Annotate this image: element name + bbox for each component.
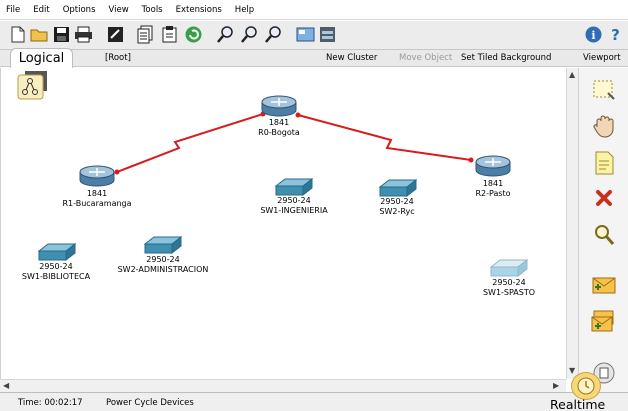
device-name: SW1-BIBLIOTECA [21,272,91,281]
power-cycle-devices-button[interactable]: Power Cycle Devices [106,398,194,408]
palette-icon[interactable] [296,25,315,44]
device-name: SW2-Ryc [379,207,415,216]
copy-icon[interactable] [136,25,155,44]
logical-workspace[interactable]: 1841 R0-Bogota 1841 R1-Bucaramanga 1841 … [0,68,566,379]
menu-help[interactable]: Help [235,5,254,15]
router-r0-bogota[interactable]: 1841 R0-Bogota [258,95,300,137]
save-icon[interactable] [52,25,71,44]
svg-text:i: i [591,29,595,42]
note-icon[interactable] [591,150,617,176]
horizontal-scrollbar[interactable]: ◀ ▶ [0,379,566,392]
common-tools-panel [578,68,628,392]
switch-icon [489,258,529,278]
switch-sw2-administracion[interactable]: 2950-24 SW2-ADMINISTRACION [118,235,208,274]
device-name: SW1-INGENIERIA [260,206,328,215]
router-icon [475,155,511,177]
switch-icon [378,178,418,198]
select-icon[interactable] [591,78,617,104]
vertical-scrollbar[interactable]: ▲ ▼ [566,68,578,379]
undo-icon[interactable] [184,25,203,44]
zoom-in-icon[interactable] [216,25,235,44]
switch-sw1-biblioteca[interactable]: 2950-24 SW1-BIBLIOTECA [22,242,90,281]
scroll-up-icon[interactable]: ▲ [569,70,575,79]
menu-file[interactable]: File [6,5,20,15]
menu-tools[interactable]: Tools [142,5,163,15]
menu-extensions[interactable]: Extensions [176,5,222,15]
realtime-mode-tab[interactable]: Realtime [550,397,605,411]
menu-edit[interactable]: Edit [33,5,49,15]
device-model: 2950-24 [146,255,180,264]
serial-link-r0-r2 [297,114,472,161]
inspect-icon[interactable] [591,222,617,248]
menu-options[interactable]: Options [63,5,96,15]
move-hand-icon[interactable] [591,113,617,139]
svg-text:?: ? [611,26,620,44]
device-name: R1-Bucaramanga [62,199,132,208]
new-file-icon[interactable] [8,25,27,44]
switch-icon [143,235,183,255]
workspace-bar: [Root] New Cluster Move Object Set Tiled… [0,50,628,67]
logical-tab[interactable]: Logical [10,48,73,68]
realtime-clock-icon[interactable] [571,372,601,400]
switch-sw1-spasto[interactable]: 2950-24 SW1-SPASTO [483,258,535,297]
switch-icon [274,177,314,197]
switch-sw1-ingenieria[interactable]: 2950-24 SW1-INGENIERIA [260,177,328,215]
switch-icon [37,242,77,262]
add-complex-pdu-icon[interactable] [591,308,617,334]
device-model: 1841 [268,118,290,127]
device-model: 2950-24 [39,262,73,271]
scroll-right-icon[interactable]: ▶ [553,381,559,390]
root-breadcrumb[interactable]: [Root] [105,53,131,63]
router-icon [79,165,115,187]
status-bar: Time: 00:02:17 Power Cycle Devices [0,392,628,411]
scroll-left-icon[interactable]: ◀ [3,381,9,390]
zoom-out-icon[interactable] [264,25,283,44]
device-name: R2-Pasto [475,189,511,198]
set-tiled-background-button[interactable]: Set Tiled Background [461,53,551,63]
elapsed-time: Time: 00:02:17 [18,398,83,408]
custom-device-icon[interactable] [318,25,337,44]
zoom-reset-icon[interactable] [240,25,259,44]
menu-bar: File Edit Options View Tools Extensions … [0,0,628,20]
device-model: 1841 [482,179,504,188]
switch-sw2-ryc[interactable]: 2950-24 SW2-Ryc [378,178,418,216]
main-toolbar: i ? [0,21,628,50]
menu-view[interactable]: View [109,5,129,15]
device-model: 2950-24 [492,278,526,287]
link-endpoint [114,169,120,175]
device-name: R0-Bogota [258,128,300,137]
new-cluster-button[interactable]: New Cluster [326,53,377,63]
paste-icon[interactable] [160,25,179,44]
router-r1-bucaramanga[interactable]: 1841 R1-Bucaramanga [62,165,132,208]
activity-wizard-icon[interactable] [106,25,125,44]
viewport-button[interactable]: Viewport [583,53,621,63]
device-name: SW2-ADMINISTRACION [117,265,209,274]
move-object-button[interactable]: Move Object [399,53,452,63]
info-icon[interactable]: i [584,25,603,44]
device-name: SW1-SPASTO [482,288,536,297]
open-folder-icon[interactable] [30,25,49,44]
device-model: 1841 [86,189,108,198]
add-simple-pdu-icon[interactable] [591,272,617,298]
router-r2-pasto[interactable]: 1841 R2-Pasto [475,155,511,198]
print-icon[interactable] [74,25,93,44]
help-icon[interactable]: ? [606,25,625,44]
device-model: 2950-24 [380,197,414,206]
router-icon [261,95,297,117]
link-endpoint [468,157,474,163]
device-model: 2950-24 [277,196,311,205]
delete-icon[interactable] [591,185,617,211]
